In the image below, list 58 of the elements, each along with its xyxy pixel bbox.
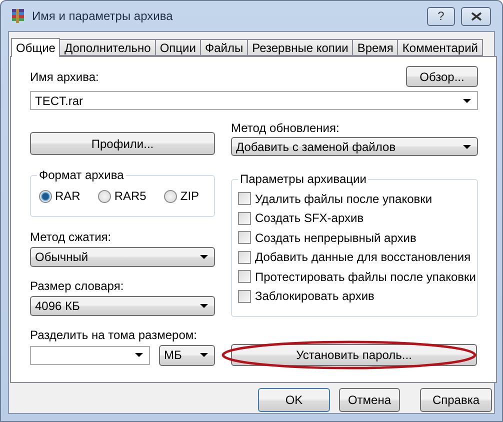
profiles-button[interactable]: Профили... — [30, 132, 215, 155]
set-password-button[interactable]: Установить пароль... — [231, 344, 477, 366]
checkbox[interactable] — [238, 212, 251, 225]
radio-option[interactable]: RAR — [39, 189, 80, 203]
tab[interactable]: Время — [352, 39, 398, 56]
tab[interactable]: Комментарий — [397, 39, 484, 56]
close-icon — [470, 12, 482, 20]
update-method-dropdown[interactable]: Добавить с заменой файлов — [231, 137, 478, 156]
window-title: Имя и параметры архива — [32, 9, 174, 23]
tab[interactable]: Дополнительно — [59, 39, 156, 56]
checkbox-label: Создать SFX-архив — [255, 211, 364, 226]
dialog-button[interactable]: Справка — [420, 388, 492, 412]
close-button[interactable] — [461, 6, 491, 26]
browse-button[interactable]: Обзор... — [406, 66, 478, 87]
field-label: Разделить на тома размером: — [30, 328, 198, 342]
dropdown-arrow-icon — [135, 353, 143, 357]
compression-dropdown[interactable]: Обычный — [30, 247, 215, 267]
tab[interactable]: Файлы — [200, 39, 248, 56]
volume-size-field[interactable] — [30, 346, 150, 364]
radio-option[interactable]: RAR5 — [98, 189, 146, 203]
checkbox[interactable] — [238, 192, 251, 206]
checkbox-label: Добавить данные для восстановления — [255, 250, 471, 264]
radio-button[interactable] — [98, 190, 112, 202]
dropdown-arrow-icon — [200, 304, 208, 308]
dialog-button[interactable]: OK — [258, 388, 330, 412]
checkbox-label: Заблокировать архив — [255, 289, 374, 304]
help-button[interactable]: ? — [427, 6, 455, 26]
field-label: Метод обновления: — [231, 121, 340, 135]
dictionary-dropdown[interactable]: 4096 КБ — [30, 296, 215, 316]
checkbox[interactable] — [238, 231, 251, 244]
dropdown-arrow-icon — [200, 353, 208, 357]
tab[interactable]: Опции — [154, 39, 201, 56]
checkbox-label: Создать непрерывный архив — [255, 230, 416, 245]
radio-option[interactable]: ZIP — [164, 189, 200, 203]
checkbox-label: Протестировать файлы после упаковки — [255, 270, 476, 284]
radio-button[interactable] — [39, 190, 52, 202]
dialog-button[interactable]: Отмена — [339, 388, 400, 412]
dropdown-arrow-icon — [463, 144, 471, 148]
field-label: Размер словаря: — [30, 279, 125, 293]
option-label: RAR5 — [114, 189, 146, 203]
checkbox-label: Удалить файлы после упаковки — [255, 192, 432, 206]
tab[interactable]: Резервные копии — [247, 39, 354, 56]
tab[interactable]: Общие — [11, 38, 60, 57]
checkbox[interactable] — [238, 270, 251, 284]
field-label: Метод сжатия: — [30, 230, 112, 244]
radio-button[interactable] — [164, 190, 178, 202]
app-books-icon — [10, 8, 26, 24]
option-label: RAR — [55, 189, 80, 203]
unit-dropdown[interactable]: МБ — [159, 344, 215, 366]
checkbox[interactable] — [238, 250, 251, 264]
group-title: Формат архива — [37, 168, 126, 182]
dropdown-arrow-icon — [463, 98, 471, 102]
group-title: Параметры архивации — [238, 172, 368, 186]
option-label: ZIP — [180, 189, 200, 203]
checkbox[interactable] — [238, 290, 251, 303]
dropdown-arrow-icon — [200, 255, 208, 259]
archive-name-field[interactable]: TECT.rar — [30, 91, 478, 110]
field-label: Имя архива: — [30, 70, 99, 84]
